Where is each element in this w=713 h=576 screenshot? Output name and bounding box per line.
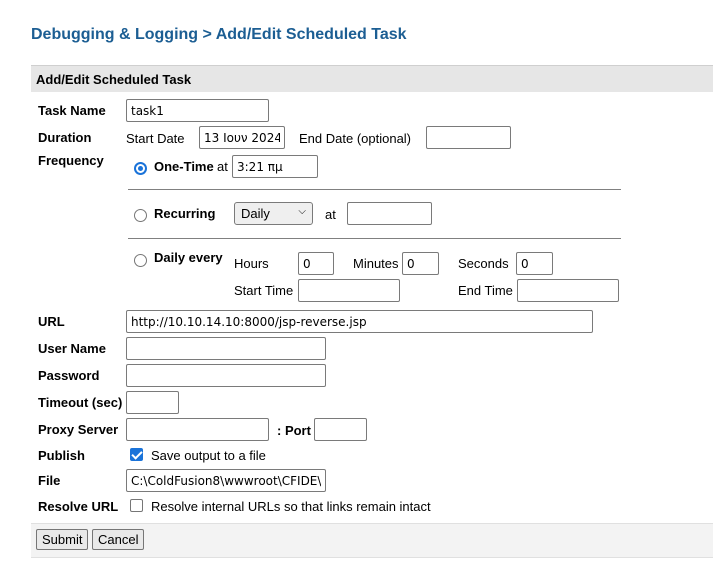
- task-name-input[interactable]: [126, 99, 269, 122]
- start-time-input[interactable]: [298, 279, 400, 302]
- file-input[interactable]: [126, 469, 326, 492]
- divider: [128, 238, 621, 239]
- resolve-url-checkbox[interactable]: [130, 499, 143, 512]
- recurring-at-label: at: [325, 207, 336, 222]
- timeout-label: Timeout (sec): [38, 395, 123, 410]
- publish-label: Publish: [38, 448, 85, 463]
- url-input[interactable]: [126, 310, 593, 333]
- cancel-button[interactable]: Cancel: [92, 529, 145, 550]
- panel-title: Add/Edit Scheduled Task: [36, 72, 192, 87]
- chevron-down-icon: ⌵: [298, 206, 306, 217]
- end-date-input[interactable]: [426, 126, 511, 149]
- one-time-at-label: at: [217, 159, 228, 174]
- recurring-radio[interactable]: [134, 209, 147, 222]
- port-label: : Port: [277, 423, 311, 438]
- end-time-label: End Time: [458, 283, 513, 298]
- seconds-input[interactable]: [516, 252, 553, 275]
- minutes-input[interactable]: [402, 252, 439, 275]
- user-name-label: User Name: [38, 341, 106, 356]
- recurring-time-input[interactable]: [347, 202, 432, 225]
- start-date-input[interactable]: [199, 126, 285, 149]
- one-time-label: One-Time: [154, 159, 214, 174]
- seconds-label: Seconds: [458, 256, 509, 271]
- password-input[interactable]: [126, 364, 326, 387]
- frequency-label: Frequency: [38, 153, 104, 168]
- hours-label: Hours: [234, 256, 269, 271]
- start-date-label: Start Date: [126, 131, 185, 146]
- port-input[interactable]: [314, 418, 367, 441]
- end-date-label: End Date (optional): [299, 131, 412, 146]
- page-title: Debugging & Logging > Add/Edit Scheduled…: [31, 26, 407, 43]
- password-label: Password: [38, 368, 100, 383]
- submit-button[interactable]: Submit: [36, 529, 89, 550]
- proxy-server-input[interactable]: [126, 418, 269, 441]
- recurring-interval-select[interactable]: Daily ⌵: [234, 202, 313, 225]
- task-name-label: Task Name: [38, 103, 106, 118]
- daily-every-radio[interactable]: [134, 254, 147, 267]
- recurring-label: Recurring: [154, 206, 216, 221]
- user-name-input[interactable]: [126, 337, 326, 360]
- end-time-input[interactable]: [517, 279, 619, 302]
- panel-header: Add/Edit Scheduled Task: [31, 65, 713, 92]
- recurring-interval-value: Daily: [241, 206, 270, 221]
- publish-checkbox[interactable]: [130, 448, 143, 461]
- duration-label: Duration: [38, 130, 92, 145]
- file-label: File: [38, 473, 61, 488]
- publish-checkbox-label: Save output to a file: [151, 448, 266, 463]
- start-time-label: Start Time: [234, 283, 294, 298]
- resolve-url-checkbox-label: Resolve internal URLs so that links rema…: [151, 499, 431, 514]
- minutes-label: Minutes: [353, 256, 399, 271]
- one-time-radio[interactable]: [134, 162, 147, 175]
- one-time-time-input[interactable]: [232, 155, 318, 178]
- divider: [128, 189, 621, 190]
- daily-every-label: Daily every: [154, 250, 223, 265]
- url-label: URL: [38, 314, 65, 329]
- proxy-server-label: Proxy Server: [38, 422, 119, 437]
- hours-input[interactable]: [298, 252, 334, 275]
- resolve-url-label: Resolve URL: [38, 499, 119, 514]
- timeout-input[interactable]: [126, 391, 179, 414]
